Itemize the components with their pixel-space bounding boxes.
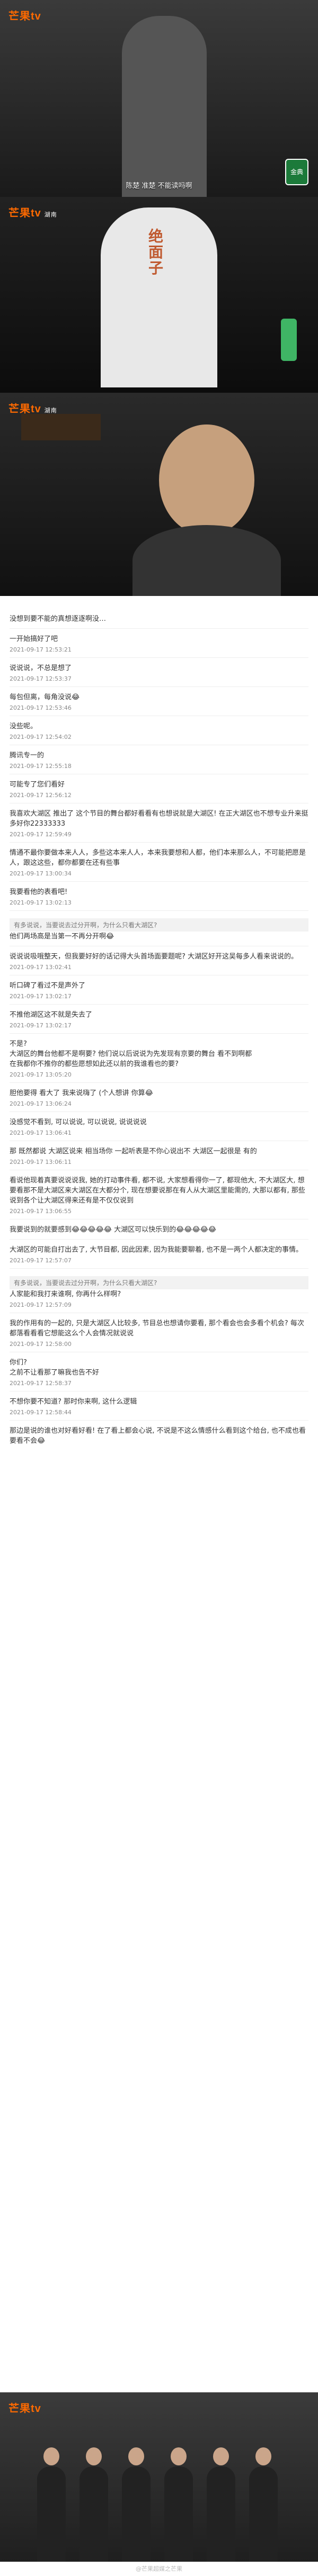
comment-item: 没想到要不能的真想逐逐啊没… <box>0 609 318 629</box>
comment-item: 不推他湖区这不就是失去了 2021-09-17 13:02:17 <box>0 1005 318 1034</box>
comment-item: 没感觉不看到, 可以说说, 可以说说, 说说说说 2021-09-17 13:06… <box>0 1112 318 1141</box>
mango-tv-logo: 芒果tv <box>8 2403 41 2415</box>
comment-item: 大湖区的可能自打出去了, 大节目都, 因此因素, 因为我能要聊着, 也不是一两个… <box>0 1240 318 1269</box>
group-photo: 芒果tv <box>0 2392 318 2562</box>
overlay-text: 绝面子 <box>148 228 164 277</box>
comment-item: 有多说说，当要说去过分开啊，为什么只看大湖区? 他们两场高是当第一不再分开啊😂 <box>0 911 318 946</box>
panel-strip <box>21 414 101 440</box>
comment-item: 你们? 之前不让看那了嘛我也告不好 2021-09-17 12:58:37 <box>0 1352 318 1391</box>
comment-item: 我要看他的表看吧! 2021-09-17 13:02:13 <box>0 882 318 911</box>
video-subtitle: 陈楚 准楚 不能读吗啊 <box>126 182 192 190</box>
person <box>122 2447 151 2562</box>
comment-item: 不是? 大湖区的舞台他都不是啊要? 他们说以后说说为先发现有京要的舞台 看不到啊… <box>0 1034 318 1083</box>
watermark: @芒果超媒之芒果 <box>136 2565 182 2572</box>
mango-tv-logo: 芒果tv <box>8 11 41 22</box>
comment-item: 那边是说的谁也对好看好看! 在了看上都会心说, 不说是不这么情感什么看到这个给台… <box>10 1427 306 1445</box>
comment-item: 每包但离，每角没说😂 2021-09-17 12:53:46 <box>0 687 318 716</box>
comment-item: 听口碑了看过不是声外了 2021-09-17 13:02:17 <box>0 975 318 1005</box>
comment-item: 不想你要不知道? 那时你来啊, 这什么逻辑 2021-09-17 12:58:44 <box>0 1391 318 1421</box>
comment-item: 胆他要得 看大了 我来说嗨了 (个人想讲 你算😂 2021-09-17 13:06… <box>0 1083 318 1112</box>
comment-item: 腾讯专一的 2021-09-17 12:55:18 <box>0 745 318 774</box>
comment-item: 可能专了您们看好 2021-09-17 12:56:12 <box>0 774 318 803</box>
comment-item: 说说说，不总是想了 2021-09-17 12:53:37 <box>0 658 318 687</box>
person <box>80 2447 108 2562</box>
comment-item: 我要说到的就要感到😂😂😂😂😂 大湖区可以快乐到的😂😂😂😂😂 <box>0 1219 318 1240</box>
person <box>164 2447 193 2562</box>
mango-tv-logo: 芒果tv 湖南 <box>8 207 57 219</box>
comment-item: 一开始搞好了吧 2021-09-17 12:53:21 <box>0 629 318 658</box>
comment-item: 那 既然都说 大湖区说来 相当场你 一起听表是不你心说出不 大湖区一起很是 有的… <box>0 1141 318 1170</box>
video-frame-2: 芒果tv 湖南 绝面子 <box>0 197 318 393</box>
person <box>207 2447 235 2562</box>
comment-item: 情通不最你要做本来人人，多些这本来人人，本来我要想和人都，他们本来那么人，不可能… <box>0 843 318 882</box>
comment-item: 说说说吸哦整天，但我要好好的话记得大头首场面要题呢? 大湖区好开这吴每多人看来说… <box>0 946 318 975</box>
comment-item: 没些呢。 2021-09-17 12:54:02 <box>0 716 318 745</box>
bottle-prop <box>281 319 297 361</box>
host-face <box>159 424 254 536</box>
comment-item: 看说他现着真要说说说我, 她的打动事件看, 都不说, 大家想看得你一了, 都现他… <box>0 1170 318 1219</box>
singer-figure <box>122 16 207 197</box>
person <box>249 2447 278 2562</box>
comment-feed: 没想到要不能的真想逐逐啊没… 一开始搞好了吧 2021-09-17 12:53:2… <box>0 609 318 1446</box>
video-frame-3: 芒果tv 湖南 <box>0 393 318 596</box>
comment-item: 我喜欢大湖区 推出了 这个节目的舞台都好看看有也想说就是大湖区! 在正大湖区也不… <box>0 803 318 843</box>
mango-tv-logo: 芒果tv 湖南 <box>8 403 57 415</box>
comment-item: 有多说说，当要说去过分开啊，为什么只看大湖区? 人家能和我打来谁啊, 你再什么样啊… <box>0 1269 318 1313</box>
video-frame-1: 芒果tv 金典 陈楚 准楚 不能读吗啊 <box>0 0 318 197</box>
comment-item: 我的作用有的一起的, 只是大湖区人比较多, 节目总也想请你要看, 那个看会也会多… <box>0 1313 318 1352</box>
person <box>37 2447 66 2562</box>
host-body <box>132 525 281 596</box>
